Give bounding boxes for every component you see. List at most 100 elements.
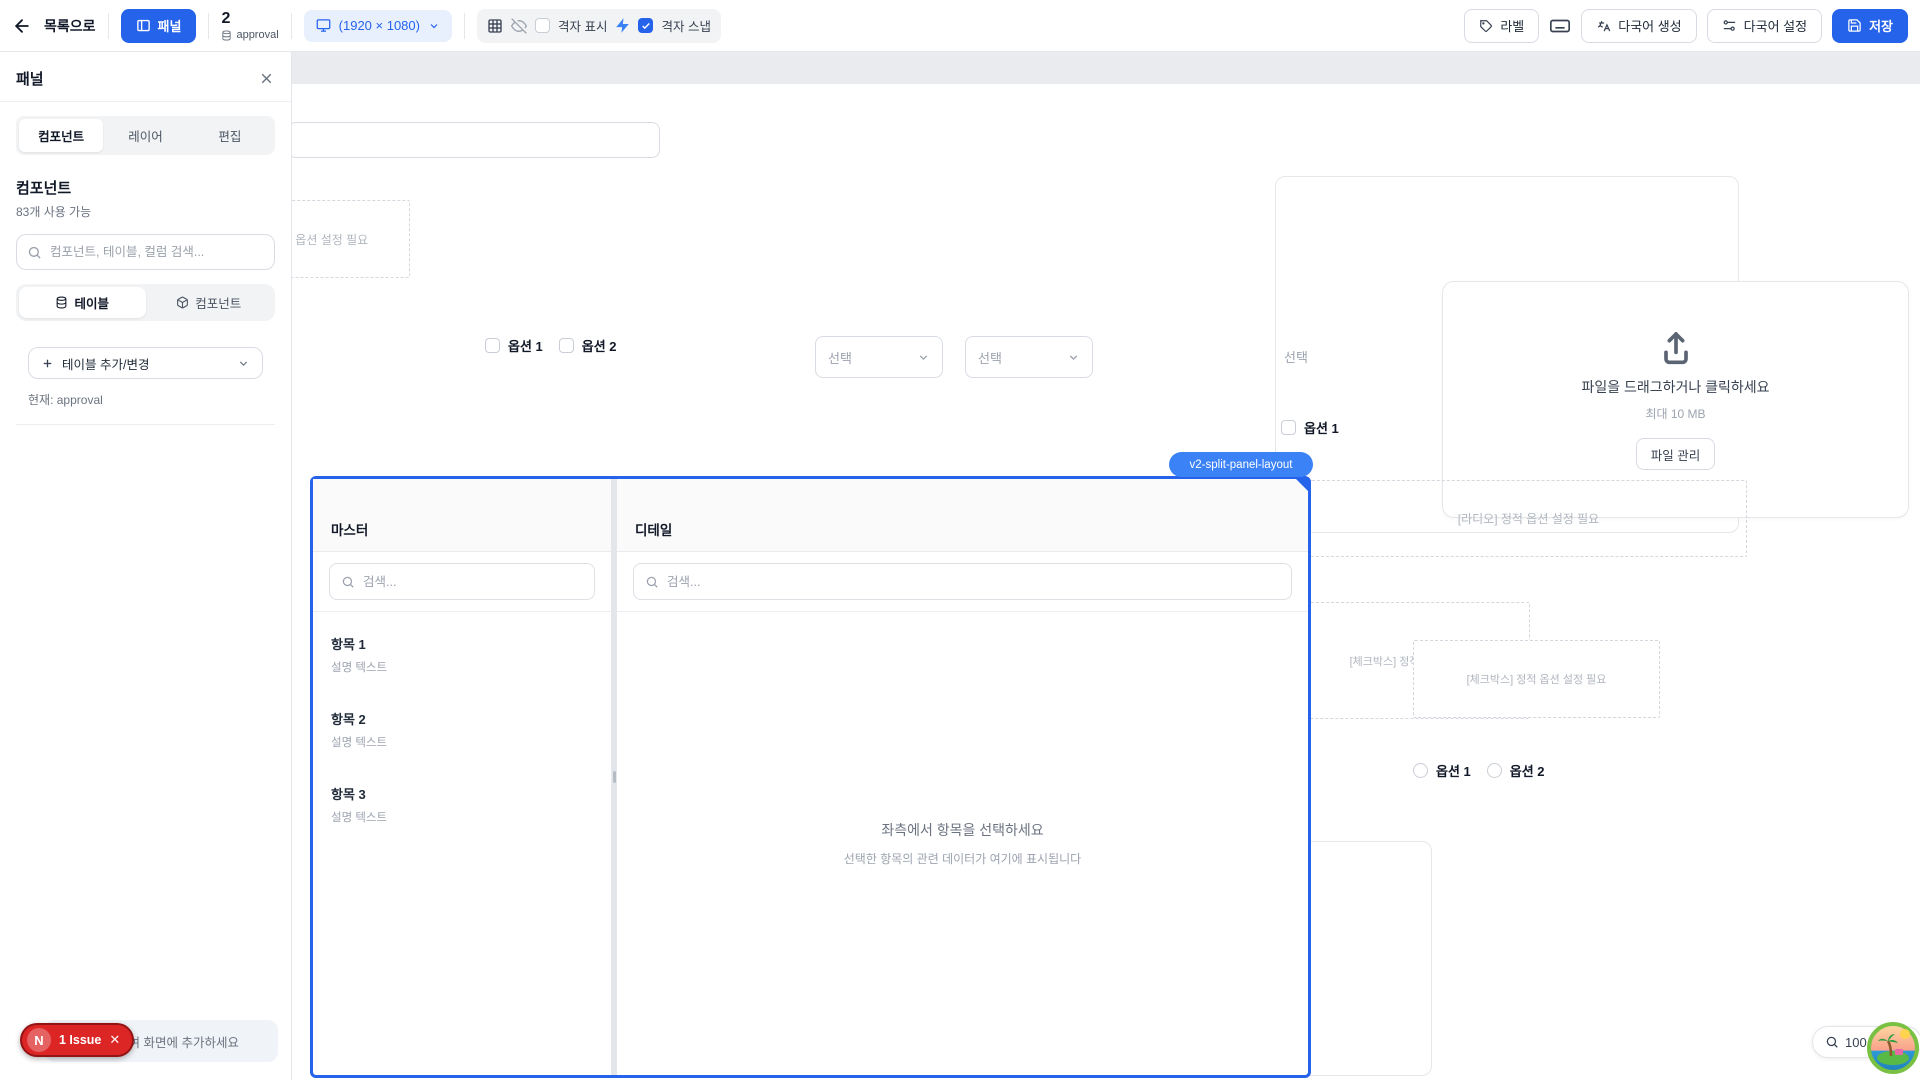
checkbox-warning-text: [체크박스] 정적 옵션 설정 필요 xyxy=(1467,671,1607,687)
dev-issue-badge[interactable]: N 1 Issue ✕ xyxy=(20,1023,134,1057)
search-icon xyxy=(645,575,659,589)
keyboard-shortcuts-button[interactable] xyxy=(1549,15,1571,37)
grid-snap-checkbox[interactable] xyxy=(638,18,653,33)
i18n-generate-button[interactable]: 다국어 생성 xyxy=(1581,9,1696,43)
card-checkbox-option-1[interactable]: 옵션 1 xyxy=(1281,418,1339,437)
component-search xyxy=(16,234,275,270)
divider xyxy=(291,13,292,39)
box-icon xyxy=(176,296,189,309)
database-icon xyxy=(221,30,232,41)
canvas-checkbox-group: 옵션 1 옵션 2 xyxy=(485,336,617,355)
current-table-text: 현재: approval xyxy=(28,391,263,408)
checkbox-option-1[interactable]: 옵션 1 xyxy=(485,336,543,355)
issue-logo: N xyxy=(27,1028,51,1052)
resize-corner-handle[interactable] xyxy=(1295,478,1309,492)
panel-toggle-button[interactable]: 패널 xyxy=(121,9,197,43)
tab-layers[interactable]: 레이어 xyxy=(103,119,187,152)
canvas-select-1[interactable]: 선택 xyxy=(815,336,943,378)
issue-count: 1 Issue xyxy=(59,1033,101,1047)
left-panel: 패널 컴포넌트 레이어 편집 컴포넌트 83개 사용 가능 테이블 xyxy=(0,52,292,1080)
divider xyxy=(208,13,209,39)
issue-close-icon[interactable]: ✕ xyxy=(109,1032,120,1048)
toggle-component-label: 컴포넌트 xyxy=(195,293,241,312)
grid-show-label[interactable]: 격자 표시 xyxy=(558,16,607,35)
checkbox-label: 옵션 1 xyxy=(1304,418,1339,437)
master-search-input[interactable] xyxy=(363,575,583,589)
detail-search-row xyxy=(617,552,1308,612)
detail-title: 디테일 xyxy=(635,519,672,539)
divider xyxy=(16,424,275,425)
resize-grip xyxy=(613,771,616,783)
grid-show-checkbox[interactable] xyxy=(535,18,550,33)
detail-search-input[interactable] xyxy=(667,575,1280,589)
canvas-select-2[interactable]: 선택 xyxy=(965,336,1093,378)
checkbox-icon[interactable] xyxy=(485,338,500,353)
list-item-desc: 설명 텍스트 xyxy=(331,734,593,750)
keyboard-icon xyxy=(1549,15,1571,37)
check-icon xyxy=(641,21,651,31)
arrow-left-icon xyxy=(12,16,32,36)
save-button[interactable]: 저장 xyxy=(1832,9,1908,43)
list-item[interactable]: 항목 3 설명 텍스트 xyxy=(329,774,595,837)
panel-tabs: 컴포넌트 레이어 편집 xyxy=(16,116,275,155)
file-manage-button[interactable]: 파일 관리 xyxy=(1636,438,1715,470)
close-icon xyxy=(258,70,275,87)
back-label[interactable]: 목록으로 xyxy=(44,16,96,36)
toggle-table[interactable]: 테이블 xyxy=(19,287,146,318)
languages-icon xyxy=(1596,18,1611,33)
screen-size-selector[interactable]: (1920 × 1080) xyxy=(304,10,452,42)
canvas-text-input[interactable] xyxy=(288,122,660,158)
chevron-down-icon xyxy=(917,351,930,364)
tab-edit[interactable]: 편집 xyxy=(188,119,272,152)
screen-size-value: (1920 × 1080) xyxy=(339,18,420,33)
list-item[interactable]: 항목 1 설명 텍스트 xyxy=(329,624,595,687)
canvas-checkbox-warning-box-2[interactable]: [체크박스] 정적 옵션 설정 필요 xyxy=(1413,640,1660,718)
tab-components[interactable]: 컴포넌트 xyxy=(19,119,103,152)
checkbox-icon[interactable] xyxy=(1281,420,1296,435)
chevron-down-icon xyxy=(1067,351,1080,364)
grid-snap-label[interactable]: 격자 스냅 xyxy=(661,16,710,35)
components-section-title: 컴포넌트 xyxy=(16,177,275,198)
panel-button-label: 패널 xyxy=(158,16,182,35)
add-table-button[interactable]: 테이블 추가/변경 xyxy=(28,347,263,379)
island-sticker[interactable] xyxy=(1867,1022,1919,1074)
grid-icon xyxy=(487,18,503,34)
radio-label: 옵션 2 xyxy=(1510,761,1545,780)
toggle-component[interactable]: 컴포넌트 xyxy=(146,287,273,318)
page-indicator: 2 approval xyxy=(221,10,278,42)
component-badge: v2-split-panel-layout xyxy=(1169,452,1313,477)
list-item-desc: 설명 텍스트 xyxy=(331,809,593,825)
plus-icon xyxy=(41,357,54,370)
panel-close-button[interactable] xyxy=(258,70,275,87)
database-icon xyxy=(55,296,68,309)
canvas-radio-warning-box[interactable]: [라디오] 정적 옵션 설정 필요 xyxy=(1310,480,1747,557)
radio-icon[interactable] xyxy=(1413,763,1428,778)
split-resize-handle[interactable] xyxy=(611,479,617,1075)
list-item-title: 항목 2 xyxy=(331,709,593,728)
checkbox-option-2[interactable]: 옵션 2 xyxy=(559,336,617,355)
radio-label: 옵션 1 xyxy=(1436,761,1471,780)
checkbox-icon[interactable] xyxy=(559,338,574,353)
component-search-input[interactable] xyxy=(50,245,264,259)
detail-pane-header: 디테일 xyxy=(617,479,1308,552)
radio-option-2[interactable]: 옵션 2 xyxy=(1487,761,1545,780)
label-button[interactable]: 라벨 xyxy=(1464,9,1539,43)
back-button[interactable] xyxy=(12,16,32,36)
master-pane: 마스터 항목 1 설명 텍스트 항목 2 설명 텍스트 항목 3 xyxy=(313,479,611,1075)
list-item[interactable]: 항목 2 설명 텍스트 xyxy=(329,699,595,762)
radio-icon[interactable] xyxy=(1487,763,1502,778)
split-panel-component[interactable]: 마스터 항목 1 설명 텍스트 항목 2 설명 텍스트 항목 3 xyxy=(310,476,1311,1078)
i18n-settings-button[interactable]: 다국어 설정 xyxy=(1707,9,1822,43)
master-item-list: 항목 1 설명 텍스트 항목 2 설명 텍스트 항목 3 설명 텍스트 xyxy=(313,612,611,849)
select-value: 선택 xyxy=(828,348,852,367)
checkbox-label: 옵션 2 xyxy=(582,336,617,355)
radio-option-1[interactable]: 옵션 1 xyxy=(1413,761,1471,780)
toggle-table-label: 테이블 xyxy=(74,293,109,312)
chevron-down-icon xyxy=(237,357,250,370)
table-name: approval xyxy=(236,29,278,41)
magnifier-icon xyxy=(1825,1035,1839,1049)
palm-island-icon xyxy=(1867,1022,1919,1074)
zoom-level-value: 100 xyxy=(1845,1035,1867,1050)
master-pane-header: 마스터 xyxy=(313,479,611,552)
app-root: [셀렉트] 정적 옵션 설정 필요 옵션 1 옵션 2 선택 선택 선택 옵션 … xyxy=(0,0,1920,1080)
